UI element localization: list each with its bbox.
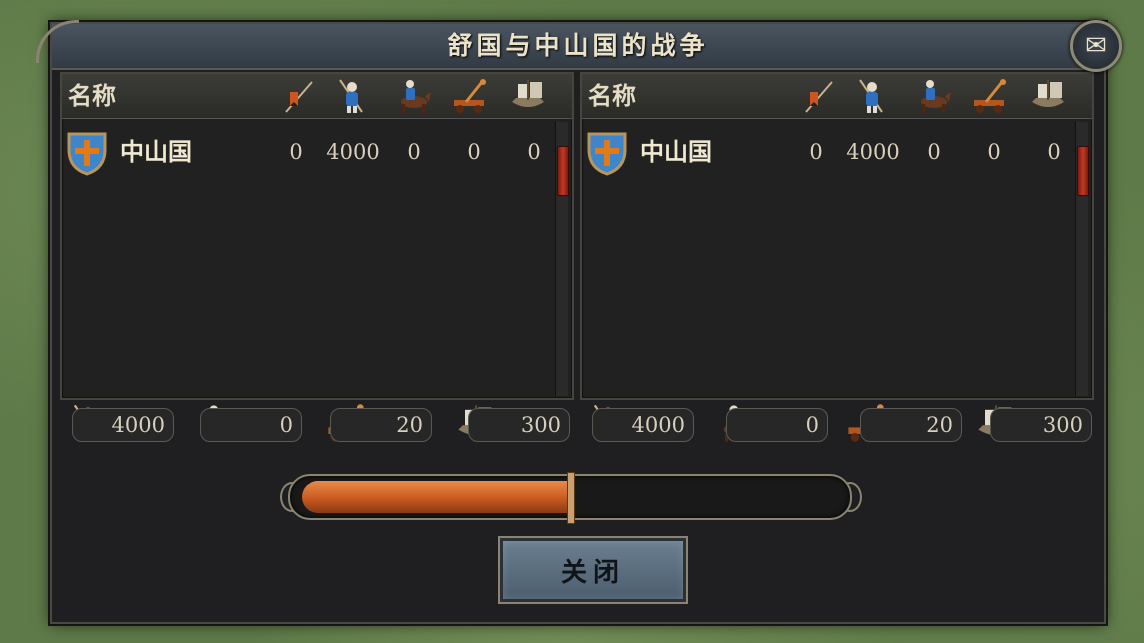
catapult-count: 0 (987, 140, 1001, 164)
banner-icon (800, 78, 840, 114)
scroll-thumb[interactable] (1077, 146, 1089, 196)
dialog-title: 舒国与中山国的战争 (447, 31, 709, 60)
right-side-panel: 名称 中山国 0 4000 0 0 0 (580, 72, 1094, 400)
scrollbar[interactable] (1075, 122, 1089, 396)
ship-icon (508, 78, 548, 114)
cavalry-count: 0 (407, 140, 421, 164)
catapult-icon (450, 78, 490, 114)
table-header: 名称 (582, 74, 1092, 119)
balance-bar (288, 472, 852, 524)
table-header: 名称 (62, 74, 572, 119)
list-item[interactable]: 中山国 0 4000 0 0 0 (66, 128, 556, 176)
ship-icon (1028, 78, 1068, 114)
scroll-thumb[interactable] (557, 146, 569, 196)
total-cavalry-left: 0 (200, 408, 302, 442)
cavalry-icon (912, 78, 952, 114)
scrollbar[interactable] (555, 122, 569, 396)
spearman-icon (332, 78, 372, 114)
war-dialog: 舒国与中山国的战争 名称 中山国 0 4000 0 0 0 名称 中山国 0 4… (36, 20, 1106, 624)
shield-crest-icon (586, 130, 628, 176)
spearman-count: 4000 (326, 140, 380, 164)
catapult-icon (970, 78, 1010, 114)
column-name-label: 名称 (68, 81, 116, 110)
banner-count: 0 (809, 140, 823, 164)
catapult-count: 0 (467, 140, 481, 164)
total-spearman-right: 4000 (592, 408, 694, 442)
left-side-panel: 名称 中山国 0 4000 0 0 0 (60, 72, 574, 400)
column-name-label: 名称 (588, 81, 636, 110)
total-spearman-left: 4000 (72, 408, 174, 442)
banner-icon (280, 78, 320, 114)
total-catapult-right: 20 (860, 408, 962, 442)
country-name: 中山国 (640, 137, 712, 166)
spearman-icon (852, 78, 892, 114)
total-catapult-left: 20 (330, 408, 432, 442)
close-button[interactable]: 关闭 (500, 538, 686, 602)
cavalry-icon (392, 78, 432, 114)
balance-fill (302, 481, 570, 513)
cavalry-count: 0 (927, 140, 941, 164)
list-item[interactable]: 中山国 0 4000 0 0 0 (586, 128, 1076, 176)
total-cavalry-right: 0 (726, 408, 828, 442)
banner-count: 0 (289, 140, 303, 164)
total-ship-left: 300 (468, 408, 570, 442)
country-name: 中山国 (120, 137, 192, 166)
spearman-count: 4000 (846, 140, 900, 164)
envelope-icon[interactable]: ✉ (1070, 20, 1122, 72)
balance-marker (567, 472, 575, 524)
total-ship-right: 300 (990, 408, 1092, 442)
shield-crest-icon (66, 130, 108, 176)
title-bar: 舒国与中山国的战争 (36, 20, 1104, 70)
